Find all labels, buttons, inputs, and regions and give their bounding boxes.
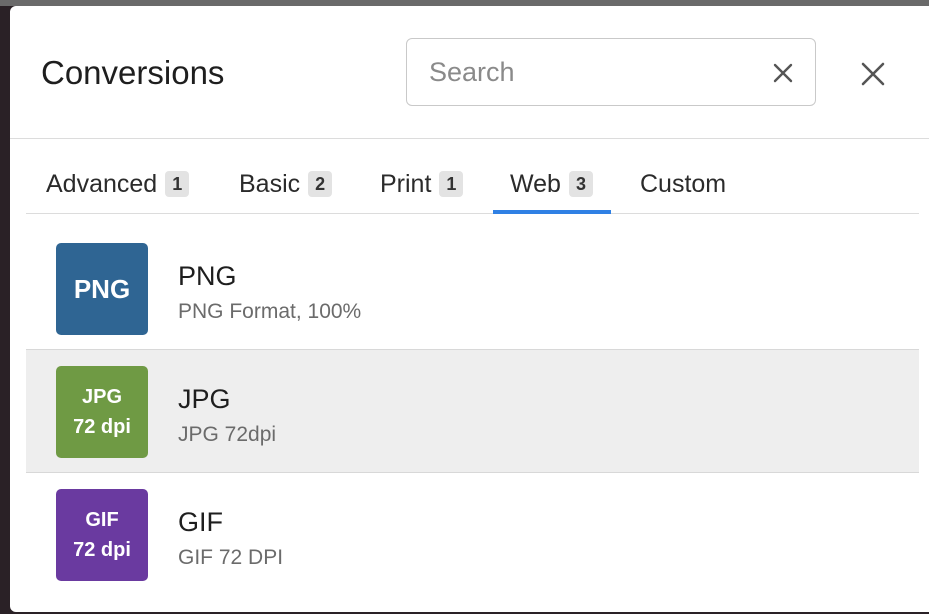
tab-label: Custom — [640, 170, 727, 198]
png-format-thumbnail: PNG — [56, 243, 148, 335]
item-name: PNG — [178, 261, 237, 291]
item-name: JPG — [178, 384, 231, 414]
clear-search-icon[interactable] — [769, 59, 797, 87]
dialog-header: Conversions — [10, 6, 929, 139]
tab-basic[interactable]: Basic 2 — [239, 156, 333, 213]
tab-web[interactable]: Web 3 — [493, 156, 611, 214]
tab-bar: Advanced 1 Basic 2 Print 1 Web 3 Custom — [26, 156, 919, 214]
item-name: GIF — [178, 507, 223, 537]
gif-format-thumbnail: GIF 72 dpi — [56, 489, 148, 581]
dialog-title: Conversions — [41, 54, 225, 91]
thumb-label: JPG — [81, 386, 123, 408]
tab-count-badge: 2 — [308, 171, 333, 197]
search-input[interactable] — [429, 51, 749, 93]
thumb-label: PNG — [73, 273, 131, 304]
conversion-list: PNG PNG PNG Format, 100% JPG 72 dpi JPG … — [26, 227, 919, 596]
conversion-item-png[interactable]: PNG PNG PNG Format, 100% — [26, 227, 919, 350]
tab-label: Advanced — [46, 170, 158, 198]
tab-label: Web — [510, 170, 561, 198]
tab-count-badge: 1 — [165, 171, 190, 197]
tab-count-badge: 1 — [439, 171, 464, 197]
conversions-dialog: Conversions Advanced 1 Basic 2 Print 1 Web — [10, 6, 929, 612]
tab-advanced[interactable]: Advanced 1 — [46, 156, 190, 213]
conversion-item-gif[interactable]: GIF 72 dpi GIF GIF 72 DPI — [26, 473, 919, 596]
tab-count-badge: 3 — [568, 171, 593, 197]
tab-print[interactable]: Print 1 — [380, 156, 464, 213]
item-description: GIF 72 DPI — [178, 546, 284, 569]
thumb-sublabel: 72 dpi — [73, 539, 131, 561]
thumb-sublabel: 72 dpi — [73, 416, 131, 438]
tab-label: Print — [380, 170, 432, 198]
search-box[interactable] — [406, 38, 816, 106]
close-dialog-icon[interactable] — [858, 59, 888, 89]
tab-custom[interactable]: Custom — [640, 156, 726, 213]
conversion-item-jpg[interactable]: JPG 72 dpi JPG JPG 72dpi — [26, 350, 919, 473]
item-description: PNG Format, 100% — [178, 300, 362, 323]
jpg-format-thumbnail: JPG 72 dpi — [56, 366, 148, 458]
item-description: JPG 72dpi — [178, 423, 277, 446]
tab-label: Basic — [239, 170, 301, 198]
thumb-label: GIF — [85, 509, 119, 531]
